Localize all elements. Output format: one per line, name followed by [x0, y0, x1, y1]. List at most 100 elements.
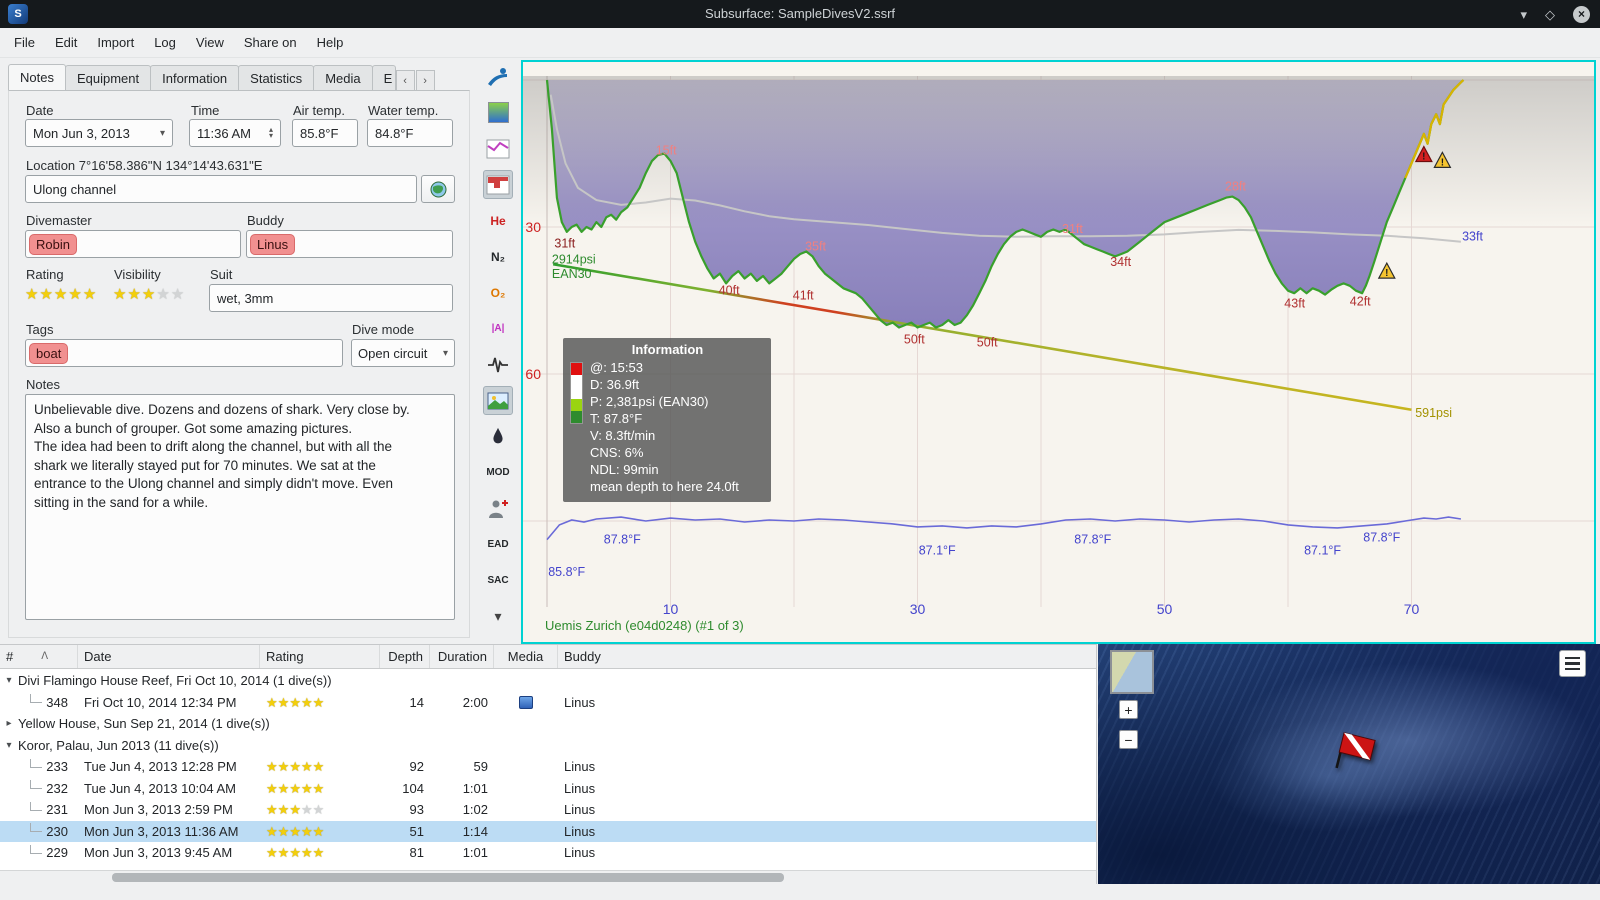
- dive-row[interactable]: 233 Tue Jun 4, 2013 12:28 PM ★ ★ ★ ★ ★ 92 59 Linu…: [0, 756, 1096, 778]
- dive-site-map[interactable]: + −: [1098, 644, 1600, 884]
- divemaster-input[interactable]: Robin: [25, 230, 241, 258]
- heart-rate-icon[interactable]: [483, 350, 513, 379]
- shade-gradient-icon[interactable]: [483, 98, 513, 127]
- svg-text:87.1°F: 87.1°F: [919, 543, 956, 557]
- trip-row[interactable]: ▸ Yellow House, Sun Sep 21, 2014 (1 dive(…: [0, 713, 1096, 735]
- dive-media: [494, 756, 558, 778]
- star-icon: ★: [289, 845, 301, 861]
- notes-textarea[interactable]: Unbelievable dive. Dozens and dozens of …: [25, 394, 455, 620]
- menu-share-on[interactable]: Share on: [234, 30, 307, 55]
- visibility-label: Visibility: [114, 267, 161, 282]
- dive-computer-icon[interactable]: [483, 62, 513, 91]
- tab-scroll-left-icon[interactable]: ‹: [395, 70, 415, 91]
- tab-scroll-right-icon[interactable]: ›: [415, 70, 435, 91]
- header-duration[interactable]: Duration: [430, 645, 494, 668]
- dive-list: # ᐱ Date Rating Depth Duration Media Budd…: [0, 644, 1097, 884]
- date-combobox[interactable]: Mon Jun 3, 2013 ▾: [25, 119, 173, 147]
- collapse-icon[interactable]: ▾: [0, 675, 18, 686]
- svg-text:87.1°F: 87.1°F: [1304, 543, 1341, 557]
- location-input[interactable]: Ulong channel: [25, 175, 417, 203]
- dive-mode-combobox[interactable]: Open circuit ▾: [351, 339, 455, 367]
- divemaster-chip[interactable]: Robin: [29, 233, 77, 255]
- collapse-icon[interactable]: ▾: [0, 740, 18, 751]
- visibility-stars[interactable]: ★ ★ ★ ★ ★: [113, 287, 185, 302]
- dc-reported-ceiling-icon[interactable]: [483, 170, 513, 199]
- pp-o2-icon[interactable]: O₂: [483, 278, 513, 307]
- tab-media[interactable]: Media: [313, 65, 373, 91]
- tab-information[interactable]: Information: [150, 65, 240, 91]
- tab-notes[interactable]: Notes: [8, 64, 66, 91]
- svg-text:40ft: 40ft: [719, 284, 740, 298]
- map-layers-button[interactable]: [1559, 650, 1586, 677]
- tab-extra-info[interactable]: E: [371, 65, 396, 91]
- spin-arrows-icon[interactable]: ▴ ▾: [269, 126, 273, 140]
- pp-n2-icon[interactable]: N₂: [483, 242, 513, 271]
- dive-row[interactable]: 231 Mon Jun 3, 2013 2:59 PM ★ ★ ★ ★ ★ 93 1:02 Lin…: [0, 799, 1096, 821]
- collapse-toolbar-icon[interactable]: ▾: [483, 602, 513, 631]
- tag-chip[interactable]: boat: [29, 342, 69, 364]
- star-icon: ★: [141, 286, 157, 303]
- trip-row[interactable]: ▾ Divi Flamingo House Reef, Fri Oct 10, 2…: [0, 670, 1096, 692]
- dive-row[interactable]: 348 Fri Oct 10, 2014 12:34 PM ★ ★ ★ ★ ★ 14 2:00 L…: [0, 692, 1096, 714]
- buddy-chip[interactable]: Linus: [250, 233, 296, 255]
- time-spinbox[interactable]: 11:36 AM ▴ ▾: [189, 119, 281, 147]
- map-zoom-out-button[interactable]: −: [1119, 730, 1138, 749]
- buddy-input[interactable]: Linus: [246, 230, 453, 258]
- tab-statistics[interactable]: Statistics: [238, 65, 315, 91]
- dive-profile-chart[interactable]: 10 30 50 70 30 60 31ft 2914psi EAN30 15ft 40ft 41ft…: [521, 60, 1596, 644]
- header-depth[interactable]: Depth: [380, 645, 430, 668]
- dive-row[interactable]: 230 Mon Jun 3, 2013 11:36 AM ★ ★ ★ ★ ★ 51 1:14 Li…: [0, 820, 1096, 842]
- header-date[interactable]: Date: [78, 645, 260, 668]
- svg-text:30: 30: [525, 219, 541, 235]
- trip-row[interactable]: ▾ Koror, Palau, Jun 2013 (11 dive(s)): [0, 735, 1096, 757]
- water-temp-field[interactable]: 84.8°F: [367, 119, 453, 147]
- menu-import[interactable]: Import: [87, 30, 144, 55]
- header-number[interactable]: # ᐱ: [0, 645, 78, 668]
- menu-help[interactable]: Help: [307, 30, 354, 55]
- menu-view[interactable]: View: [186, 30, 234, 55]
- time-label: Time: [191, 103, 220, 118]
- suit-input[interactable]: wet, 3mm: [209, 284, 453, 312]
- tab-equipment[interactable]: Equipment: [64, 65, 152, 91]
- horizontal-scrollbar[interactable]: [0, 870, 1096, 884]
- air-temp-field[interactable]: 85.8°F: [292, 119, 358, 147]
- dive-row[interactable]: 232 Tue Jun 4, 2013 10:04 AM ★ ★ ★ ★ ★ 104 1:01 L…: [0, 778, 1096, 800]
- svg-text:!: !: [1441, 157, 1444, 168]
- star-icon: ★: [156, 286, 171, 303]
- menu-edit[interactable]: Edit: [45, 30, 87, 55]
- map-zoom-in-button[interactable]: +: [1119, 700, 1138, 719]
- sac-icon[interactable]: SAC: [483, 566, 513, 595]
- menu-log[interactable]: Log: [144, 30, 186, 55]
- calculated-ceiling-icon[interactable]: [483, 134, 513, 163]
- dive-row[interactable]: 229 Mon Jun 3, 2013 9:45 AM ★ ★ ★ ★ ★ 81 1:01 Lin…: [0, 842, 1096, 864]
- dive-flag-marker[interactable]: [1330, 728, 1380, 782]
- star-icon: ★: [312, 802, 325, 818]
- header-rating[interactable]: Rating: [260, 645, 380, 668]
- globe-button[interactable]: [421, 175, 455, 203]
- menu-file[interactable]: File: [4, 30, 45, 55]
- globe-icon: [430, 181, 446, 197]
- tags-input[interactable]: boat: [25, 339, 343, 367]
- minimize-button[interactable]: ▾: [1520, 8, 1527, 21]
- ambient-pressure-icon[interactable]: |A|: [483, 314, 513, 343]
- scrollbar-thumb[interactable]: [112, 873, 784, 882]
- star-icon: ★: [53, 286, 69, 303]
- profile-toolbar: He N₂ O₂ |A| MOD EAD SAC ▾: [479, 62, 517, 631]
- close-button[interactable]: ×: [1573, 5, 1590, 23]
- measure-pen-icon[interactable]: [483, 422, 513, 451]
- maximize-button[interactable]: ◇: [1545, 8, 1555, 21]
- mod-icon[interactable]: MOD: [483, 458, 513, 487]
- expand-icon[interactable]: ▸: [0, 718, 18, 729]
- person-add-icon[interactable]: [483, 494, 513, 523]
- ead-icon[interactable]: EAD: [483, 530, 513, 559]
- pp-he-icon[interactable]: He: [483, 206, 513, 235]
- header-buddy[interactable]: Buddy: [558, 645, 1096, 668]
- photos-icon[interactable]: [483, 386, 513, 415]
- rating-stars[interactable]: ★ ★ ★ ★ ★: [25, 287, 97, 302]
- tags-label: Tags: [26, 322, 54, 337]
- photo-icon[interactable]: [519, 695, 533, 709]
- dive-media: [494, 799, 558, 821]
- map-overview-thumbnail[interactable]: [1110, 650, 1154, 694]
- header-media[interactable]: Media: [494, 645, 558, 668]
- titlebar: S Subsurface: SampleDivesV2.ssrf ▾ ◇ ×: [0, 0, 1600, 28]
